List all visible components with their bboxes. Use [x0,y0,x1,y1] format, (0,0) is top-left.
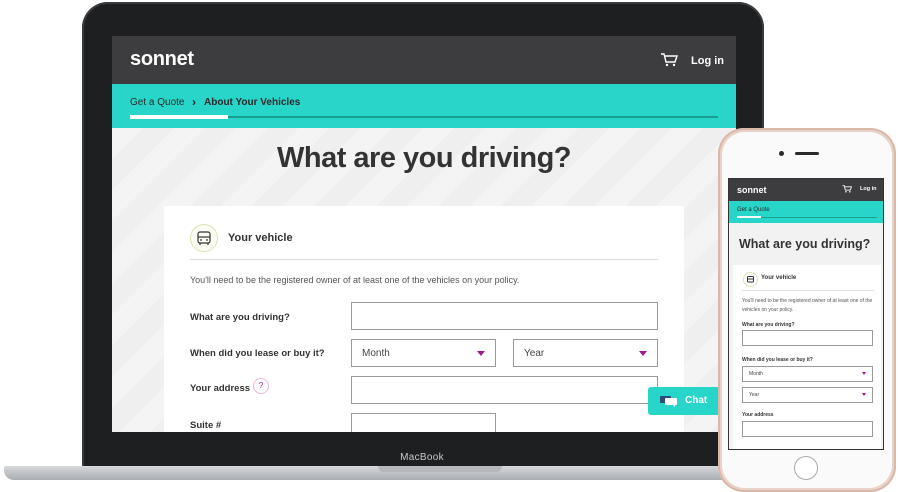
cart-icon[interactable] [660,53,678,67]
address-label: Your address [742,412,774,418]
chat-button[interactable]: Chat [648,387,720,415]
month-value: Month [362,348,390,359]
phone-screen: sonnet Log in Get a Quote What are you d… [728,178,884,450]
section-title: Your vehicle [761,275,797,281]
caret-down-icon [639,351,647,356]
laptop-brand: MacBook [400,452,444,463]
vehicle-card: Your vehicle You'll need to be the regis… [733,265,881,449]
car-icon [743,272,758,287]
caret-down-icon [477,351,485,356]
driving-input[interactable] [742,330,873,346]
progress-fill [737,216,761,218]
breadcrumb-get-a-quote[interactable]: Get a Quote [737,207,770,213]
section-title: Your vehicle [228,232,293,244]
site-header: sonnet Log in [112,36,736,84]
month-value: Month [749,371,763,377]
page-title: What are you driving? [739,237,871,251]
sonnet-logo[interactable]: sonnet [737,185,767,195]
month-select[interactable]: Month [351,339,496,367]
laptop-notch [378,466,502,472]
year-select[interactable]: Year [742,387,873,403]
month-select[interactable]: Month [742,366,873,382]
mobile-header: sonnet Log in [729,179,883,201]
breadcrumb-get-a-quote[interactable]: Get a Quote [130,97,184,108]
address-label: Your address [190,383,251,394]
lease-label: When did you lease or buy it? [742,357,813,363]
home-button [794,456,818,480]
year-value: Year [524,348,545,359]
camera-icon [779,151,784,156]
driving-input[interactable] [351,302,658,330]
login-link[interactable]: Log in [860,186,877,192]
chevron-right-icon: › [192,95,196,109]
vehicle-card: Your vehicle You'll need to be the regis… [164,206,684,432]
chat-label: Chat [685,395,708,406]
breadcrumb-about-your-vehicles: About Your Vehicles [204,97,301,108]
intro-text: You'll need to be the registered owner o… [742,298,873,313]
address-input[interactable] [351,376,658,404]
progress-fill [130,115,228,119]
breadcrumb: Get a Quote › About Your Vehicles [112,84,736,128]
driving-label: What are you driving? [742,322,795,328]
sonnet-logo[interactable]: sonnet [130,48,194,71]
divider [190,259,658,260]
page-body: What are you driving? Your vehicle You'l… [112,128,736,432]
suite-label: Suite # [190,420,222,431]
caret-down-icon [862,393,866,396]
car-icon [190,224,218,252]
divider [742,290,874,291]
address-input[interactable] [742,421,873,437]
page-title: What are you driving? [276,142,572,174]
intro-text: You'll need to be the registered owner o… [190,275,520,285]
mobile-breadcrumb: Get a Quote [729,201,883,223]
laptop-screen: sonnet Log in Get a Quote › About Your V… [112,36,736,432]
driving-label: What are you driving? [190,312,290,323]
caret-down-icon [862,372,866,375]
cart-icon[interactable] [842,185,852,193]
help-icon[interactable]: ? [253,378,269,394]
lease-label: When did you lease or buy it? [190,348,325,359]
year-select[interactable]: Year [513,339,658,367]
chat-bubbles-icon [660,396,677,407]
login-link[interactable]: Log in [691,55,724,67]
speaker-grille [795,152,819,155]
suite-input[interactable] [351,413,496,432]
year-value: Year [749,392,760,398]
